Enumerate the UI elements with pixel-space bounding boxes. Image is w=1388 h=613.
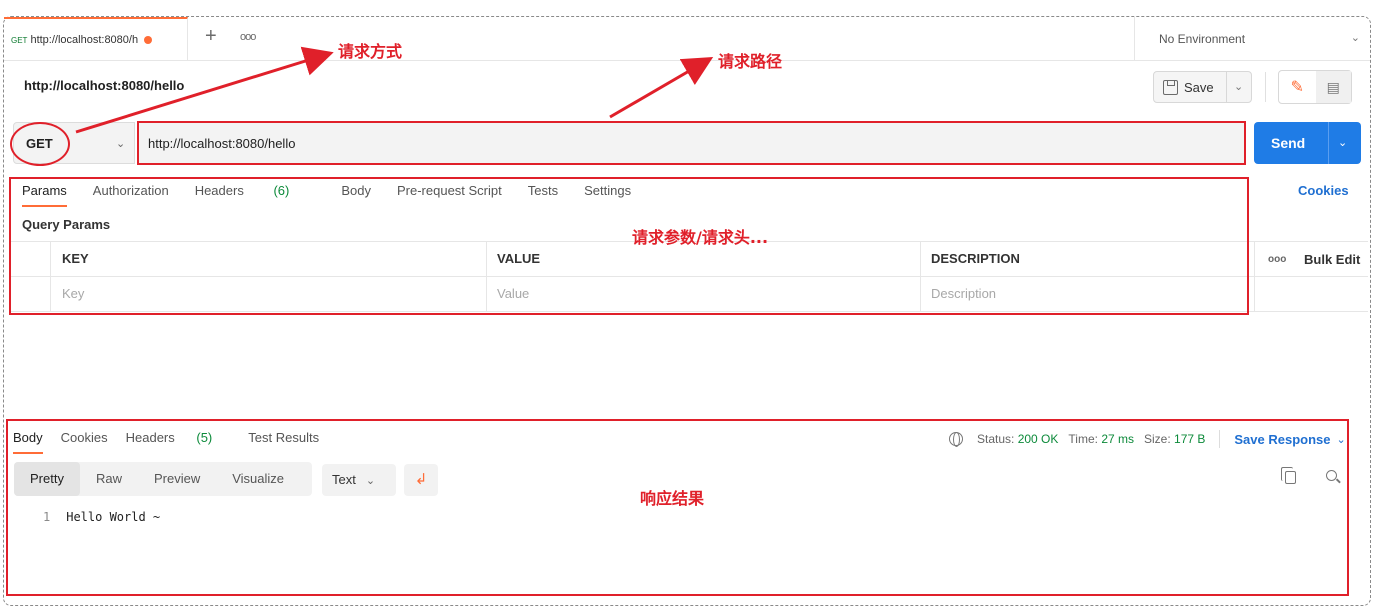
divider — [1265, 72, 1266, 102]
documentation-icon[interactable]: ▤ — [1315, 71, 1351, 103]
status-info: Status: 200 OK — [977, 432, 1058, 446]
unsaved-dot-icon — [144, 36, 153, 44]
send-label: Send — [1271, 135, 1306, 151]
view-toggle: ✎ ▤ — [1278, 70, 1352, 104]
format-raw[interactable]: Raw — [80, 462, 138, 496]
response-type-value: Text — [332, 472, 356, 487]
response-tab-headers-label: Headers — [125, 430, 175, 445]
time-label: Time: — [1068, 432, 1098, 446]
tab-method: GET — [11, 35, 28, 45]
tab-settings[interactable]: Settings — [584, 183, 631, 198]
chevron-down-icon: ⌄ — [365, 475, 376, 487]
pencil-icon[interactable]: ✎ — [1279, 71, 1316, 103]
plus-icon[interactable]: + — [205, 25, 217, 48]
chevron-down-icon[interactable]: ⌄ — [1234, 80, 1243, 93]
header-description: DESCRIPTION — [931, 251, 1020, 266]
params-table: KEY VALUE DESCRIPTION ooo Bulk Edit Key … — [10, 241, 1368, 312]
tab-params[interactable]: Params — [22, 183, 67, 207]
send-divider — [1328, 122, 1329, 164]
value-input[interactable]: Value — [497, 277, 529, 311]
save-label: Save — [1184, 79, 1214, 95]
request-tab[interactable]: GET http://localhost:8080/h — [4, 17, 188, 61]
save-icon — [1163, 79, 1178, 95]
chevron-down-icon[interactable]: ⌄ — [1338, 136, 1347, 149]
tab-body[interactable]: Body — [341, 183, 371, 198]
tab-headers[interactable]: Headers (6) — [195, 183, 316, 198]
response-tabs: Body Cookies Headers (5) Test Results — [13, 430, 337, 454]
format-visualize[interactable]: Visualize — [216, 462, 300, 496]
method-select[interactable]: GET ⌄ — [13, 122, 135, 164]
line-number: 1 — [43, 510, 51, 524]
save-button[interactable]: Save ⌄ — [1153, 71, 1252, 103]
code-line: 1 Hello World ~ — [43, 510, 160, 524]
annotation-method-label: 请求方式 — [338, 42, 403, 61]
code-text: Hello World ~ — [66, 510, 161, 524]
tab-authorization[interactable]: Authorization — [93, 183, 169, 198]
method-value: GET — [26, 136, 53, 151]
size-info: Size: 177 B — [1144, 432, 1205, 446]
response-tab-cookies[interactable]: Cookies — [61, 430, 108, 445]
size-label: Size: — [1144, 432, 1171, 446]
time-value: 27 ms — [1101, 432, 1134, 446]
annotation-path-label: 请求路径 — [718, 52, 783, 71]
save-divider — [1226, 72, 1227, 102]
time-info: Time: 27 ms — [1068, 432, 1134, 446]
format-preview[interactable]: Preview — [138, 462, 216, 496]
format-pretty[interactable]: Pretty — [14, 462, 80, 496]
annotation-result-label: 响应结果 — [640, 489, 705, 508]
description-input[interactable]: Description — [931, 277, 996, 311]
save-response-button[interactable]: Save Response — [1234, 432, 1330, 447]
url-value: http://localhost:8080/hello — [148, 136, 296, 151]
header-key: KEY — [62, 251, 89, 266]
response-tab-test-results[interactable]: Test Results — [248, 430, 319, 445]
tab-name: http://localhost:8080/h — [30, 34, 139, 46]
annotation-params-label: 请求参数/请求头... — [632, 228, 769, 247]
response-tab-headers-count: (5) — [196, 430, 213, 445]
size-value: 177 B — [1174, 432, 1206, 446]
wrap-lines-icon[interactable]: ↲ — [404, 464, 438, 496]
divider — [1219, 430, 1221, 448]
search-icon[interactable] — [1326, 470, 1337, 481]
more-icon[interactable]: ooo — [240, 31, 256, 43]
tab-tests[interactable]: Tests — [528, 183, 558, 198]
chevron-down-icon: ⌄ — [116, 138, 126, 150]
copy-icon[interactable] — [1281, 467, 1296, 484]
cookies-link[interactable]: Cookies — [1298, 183, 1349, 198]
query-params-title: Query Params — [22, 217, 111, 232]
status-label: Status: — [977, 432, 1015, 446]
header-value: VALUE — [497, 251, 541, 266]
bulk-edit-button[interactable]: Bulk Edit — [1304, 242, 1360, 278]
response-type-select[interactable]: Text ⌄ — [322, 464, 396, 496]
chevron-down-icon: ⌄ — [1350, 32, 1360, 44]
format-tabs: Pretty Raw Preview Visualize — [14, 462, 312, 496]
table-row: Key Value Description — [10, 277, 1368, 312]
response-tab-headers[interactable]: Headers (5) — [126, 430, 231, 445]
response-tab-body[interactable]: Body — [13, 430, 43, 454]
key-input[interactable]: Key — [62, 277, 84, 311]
globe-icon[interactable] — [949, 432, 963, 447]
environment-label: No Environment — [1159, 32, 1246, 46]
tab-headers-count: (6) — [273, 183, 290, 198]
tab-headers-label: Headers — [194, 183, 244, 198]
url-input[interactable]: http://localhost:8080/hello — [137, 122, 1245, 164]
request-title[interactable]: http://localhost:8080/hello — [24, 78, 184, 93]
more-icon[interactable]: ooo — [1268, 242, 1286, 278]
request-tabs: Params Authorization Headers (6) Body Pr… — [22, 183, 657, 207]
response-status-bar: Status: 200 OK Time: 27 ms Size: 177 B S… — [949, 430, 1346, 448]
tab-bar: GET http://localhost:8080/h + ooo No Env… — [4, 17, 1370, 61]
tab-pre-request-script[interactable]: Pre-request Script — [397, 183, 502, 198]
environment-select[interactable]: No Environment ⌄ — [1134, 17, 1370, 61]
status-value: 200 OK — [1017, 432, 1059, 446]
send-button[interactable]: Send ⌄ — [1254, 122, 1361, 164]
chevron-down-icon[interactable]: ⌄ — [1337, 433, 1346, 446]
